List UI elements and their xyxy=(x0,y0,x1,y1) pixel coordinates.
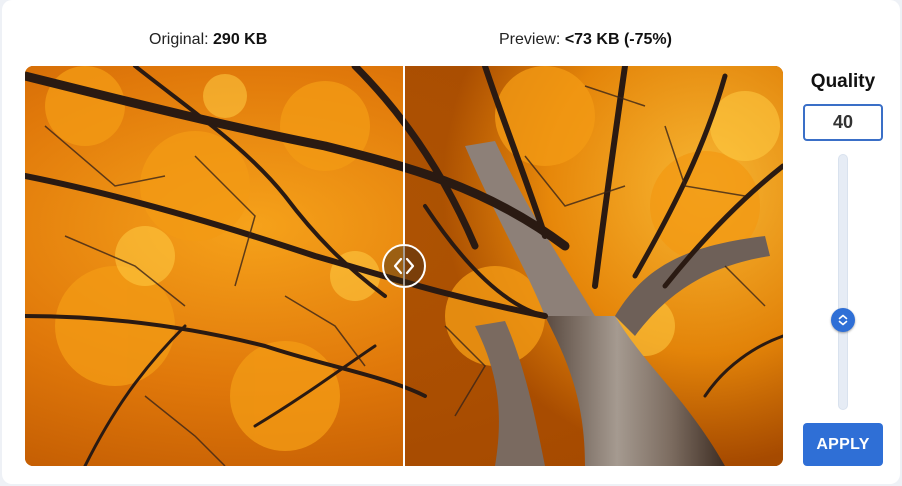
quality-title: Quality xyxy=(810,71,876,92)
preview-size-label: Preview: <73 KB (-75%) xyxy=(499,31,672,49)
quality-slider-track[interactable] xyxy=(838,154,848,410)
quality-slider-thumb[interactable] xyxy=(831,308,855,332)
original-size-value: 290 KB xyxy=(213,31,268,48)
preview-label-text: Preview: xyxy=(499,31,561,48)
original-label-text: Original: xyxy=(149,31,209,48)
chevron-left-right-icon xyxy=(393,257,415,275)
original-size-label: Original: 290 KB xyxy=(149,31,267,49)
chevron-up-down-icon xyxy=(838,314,848,326)
image-comparison-viewer[interactable] xyxy=(25,66,783,466)
quality-input[interactable] xyxy=(803,104,883,141)
preview-size-value: <73 KB (-75%) xyxy=(564,31,672,48)
apply-button[interactable]: APPLY xyxy=(803,423,883,466)
compressor-panel: Original: 290 KB Preview: <73 KB (-75%) xyxy=(2,0,900,484)
compare-handle[interactable] xyxy=(382,244,426,288)
